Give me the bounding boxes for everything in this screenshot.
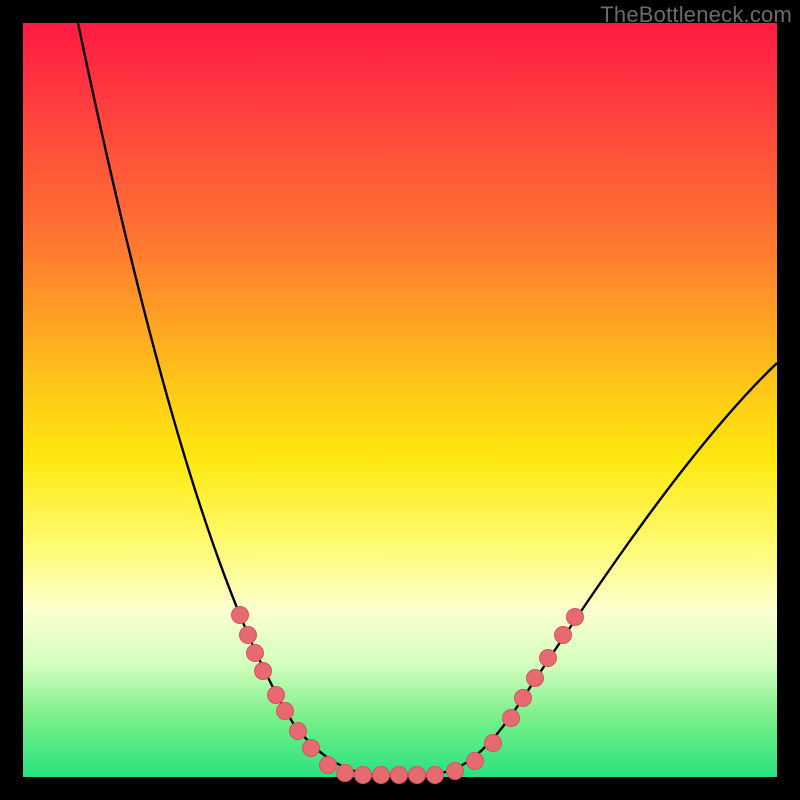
data-dot — [555, 627, 572, 644]
data-dot — [247, 645, 264, 662]
data-dot — [373, 767, 390, 784]
data-dot — [540, 650, 557, 667]
data-dot — [255, 663, 272, 680]
data-dot — [515, 690, 532, 707]
data-dot — [527, 670, 544, 687]
data-dot — [337, 765, 354, 782]
data-dot — [232, 607, 249, 624]
data-dot — [355, 767, 372, 784]
plot-area — [23, 23, 777, 777]
bottleneck-curve — [78, 23, 777, 775]
watermark-text: TheBottleneck.com — [600, 2, 792, 28]
data-dot — [320, 757, 337, 774]
data-dot — [567, 609, 584, 626]
data-dot — [240, 627, 257, 644]
chart-frame: TheBottleneck.com — [0, 0, 800, 800]
data-dot — [503, 710, 520, 727]
data-dot — [303, 740, 320, 757]
data-dot — [427, 767, 444, 784]
data-dot — [467, 753, 484, 770]
data-dot — [409, 767, 426, 784]
data-dot — [277, 703, 294, 720]
data-dots — [232, 607, 584, 784]
data-dot — [485, 735, 502, 752]
data-dot — [391, 767, 408, 784]
data-dot — [447, 763, 464, 780]
data-dot — [268, 687, 285, 704]
data-dot — [290, 723, 307, 740]
curve-svg — [23, 23, 777, 777]
